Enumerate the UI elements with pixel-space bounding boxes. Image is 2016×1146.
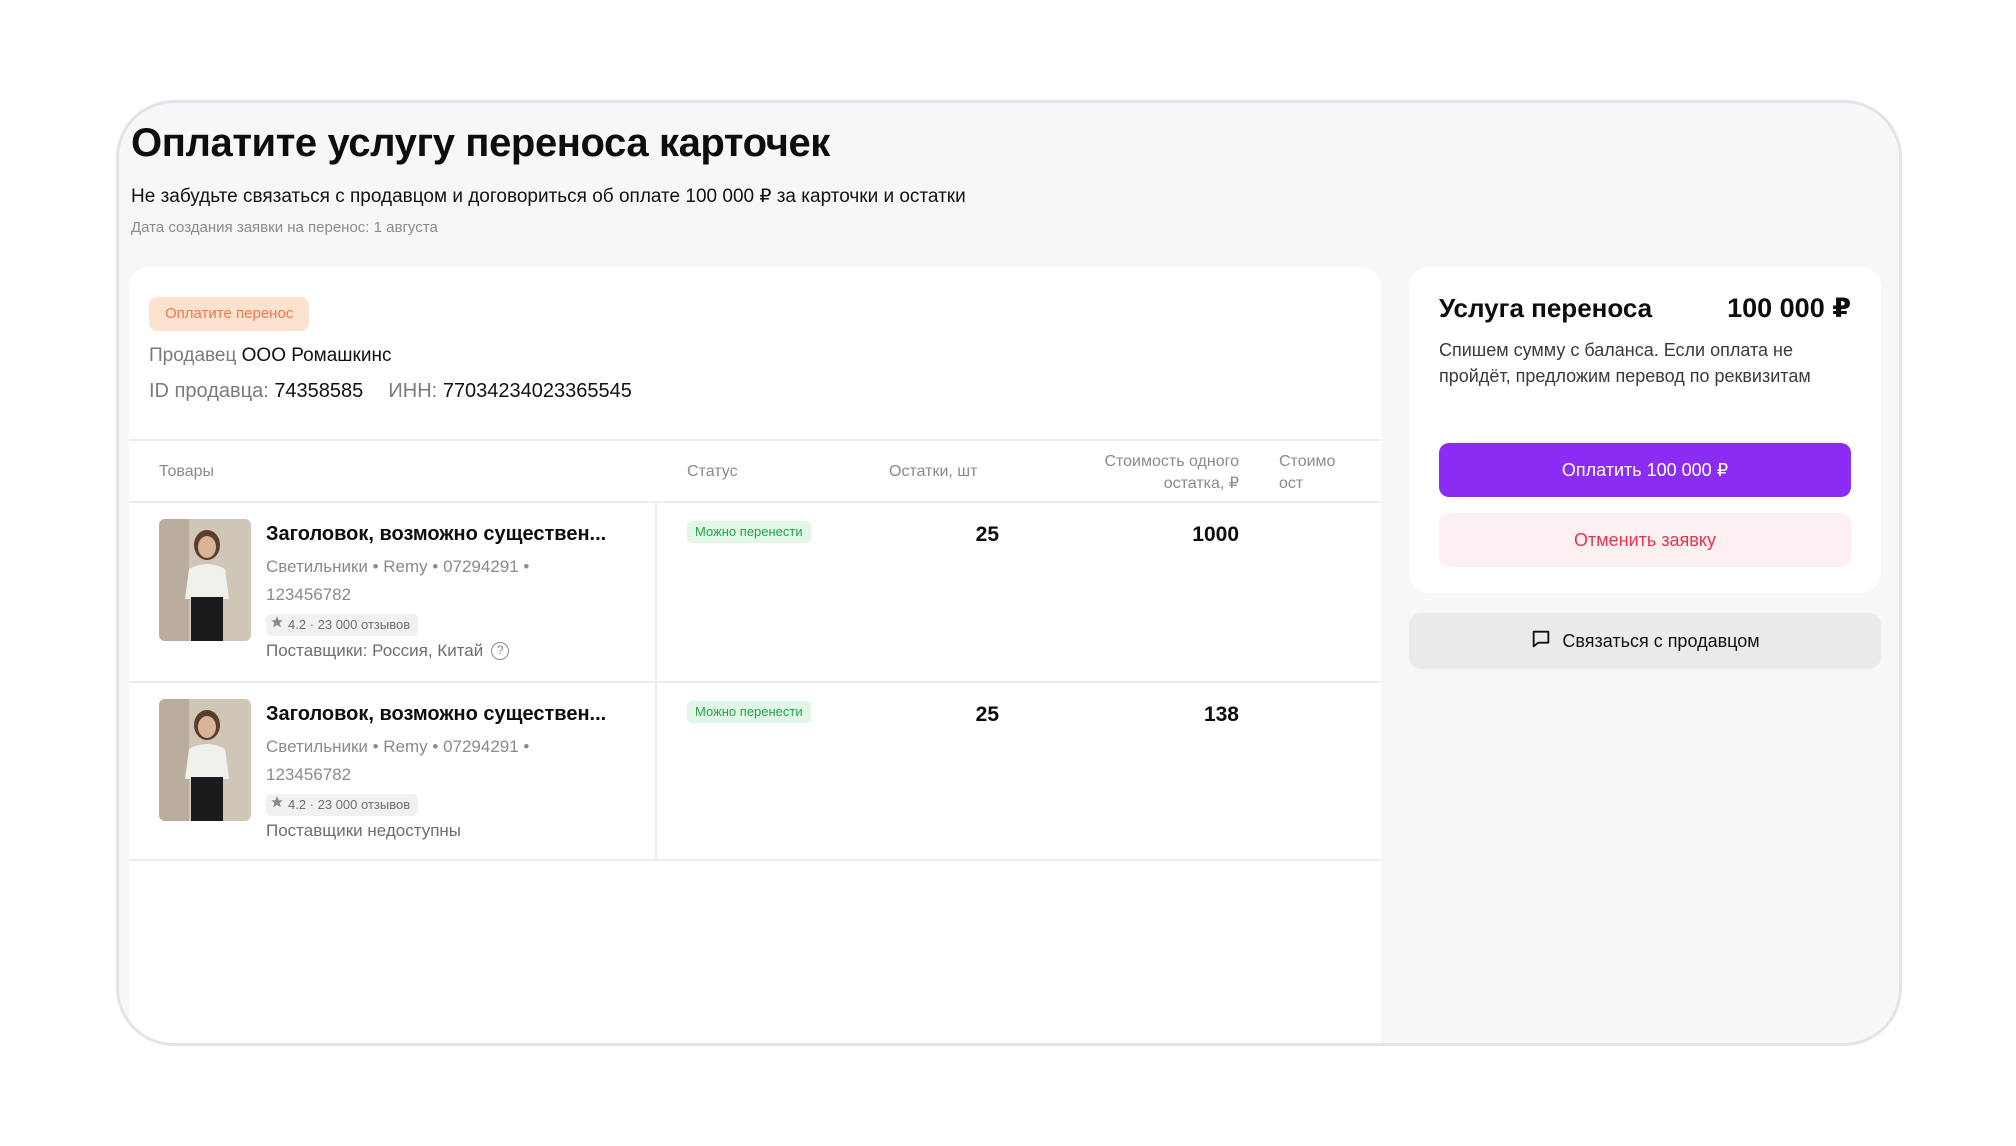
seller-label: Продавец — [149, 345, 237, 366]
seller-id-label: ID продавца: — [149, 380, 269, 402]
star-icon — [270, 794, 284, 816]
page-title: Оплатите услугу переноса карточек — [131, 121, 830, 165]
table-row[interactable]: Заголовок, возможно существен... Светиль… — [129, 503, 1381, 683]
request-date: Дата создания заявки на перенос: 1 авгус… — [131, 219, 438, 236]
service-title: Услуга переноса — [1439, 293, 1653, 323]
product-meta-line1: Светильники • Remy • 07294291 • — [266, 557, 530, 576]
column-unit-price: Стоимость одного остатка, ₽ — [1049, 451, 1239, 495]
suppliers-text: Поставщики: Россия, Китай — [266, 641, 484, 660]
inn-value: 77034234023365545 — [442, 380, 632, 402]
stock-value: 25 — [975, 523, 999, 546]
table-header: Товары Статус Остатки, шт Стоимость одно… — [129, 439, 1381, 503]
page-subtitle: Не забудьте связаться с продавцом и дого… — [131, 186, 966, 207]
seller-name: ООО Ромашкинс — [241, 345, 392, 366]
status-badge: Оплатите перенос — [149, 297, 310, 331]
product-meta-line2: 123456782 — [266, 585, 352, 604]
transfer-status-badge: Можно перенести — [687, 701, 811, 723]
table-row[interactable]: Заголовок, возможно существен... Светиль… — [129, 683, 1381, 861]
help-icon[interactable]: ? — [491, 642, 510, 660]
rating-text: 4.2 · 23 000 отзывов — [288, 797, 411, 812]
column-total-line2: ост — [1279, 475, 1304, 492]
column-unit-price-line1: Стоимость одного — [1104, 453, 1239, 470]
column-divider — [655, 683, 657, 859]
contact-seller-button[interactable]: Связаться с продавцом — [1409, 613, 1881, 669]
column-unit-price-line2: остатка, ₽ — [1163, 475, 1239, 492]
suppliers-info: Поставщики: Россия, Китай ? — [266, 641, 510, 661]
service-price: 100 000 ₽ — [1727, 293, 1851, 323]
product-meta: Светильники • Remy • 07294291 • 12345678… — [266, 553, 566, 609]
pay-button[interactable]: Оплатить 100 000 ₽ — [1439, 443, 1851, 497]
column-total-line1: Стоимо — [1279, 453, 1336, 470]
rating-badge: 4.2 · 23 000 отзывов — [266, 614, 419, 636]
contact-seller-label: Связаться с продавцом — [1562, 630, 1760, 651]
transfer-payment-panel: Оплатите услугу переноса карточек Не заб… — [116, 100, 1902, 1046]
suppliers-text: Поставщики недоступны — [266, 821, 462, 840]
inn-label: ИНН: — [388, 380, 438, 402]
column-goods: Товары — [159, 463, 215, 480]
column-divider — [655, 503, 657, 681]
product-image — [159, 519, 251, 641]
rating-text: 4.2 · 23 000 отзывов — [288, 617, 411, 632]
service-description: Спишем сумму с баланса. Если оплата не п… — [1439, 340, 1811, 386]
column-total: Стоимо ост — [1279, 451, 1381, 495]
chat-icon — [1530, 628, 1552, 655]
unit-price-value: 1000 — [1192, 523, 1239, 546]
star-icon — [270, 614, 284, 636]
cancel-request-button[interactable]: Отменить заявку — [1439, 513, 1851, 567]
product-image — [159, 699, 251, 821]
seller-id-value: 74358585 — [274, 380, 364, 402]
suppliers-info: Поставщики недоступны — [266, 821, 461, 841]
product-meta-line2: 123456782 — [266, 765, 352, 784]
stock-value: 25 — [975, 703, 999, 726]
product-meta: Светильники • Remy • 07294291 • 12345678… — [266, 733, 566, 789]
column-status: Статус — [687, 463, 738, 480]
seller-line: Продавец ООО Ромашкинс — [149, 345, 391, 367]
service-summary-card: Услуга переноса 100 000 ₽ Спишем сумму с… — [1409, 267, 1881, 593]
seller-ids: ID продавца: 74358585 ИНН: 7703423402336… — [149, 380, 632, 403]
product-title[interactable]: Заголовок, возможно существен... — [266, 523, 606, 546]
request-card: Оплатите перенос Продавец ООО Ромашкинс … — [129, 267, 1381, 1043]
product-meta-line1: Светильники • Remy • 07294291 • — [266, 737, 530, 756]
column-stock: Остатки, шт — [889, 463, 978, 480]
product-title[interactable]: Заголовок, возможно существен... — [266, 703, 606, 726]
transfer-status-badge: Можно перенести — [687, 521, 811, 543]
unit-price-value: 138 — [1203, 703, 1239, 726]
rating-badge: 4.2 · 23 000 отзывов — [266, 794, 419, 816]
